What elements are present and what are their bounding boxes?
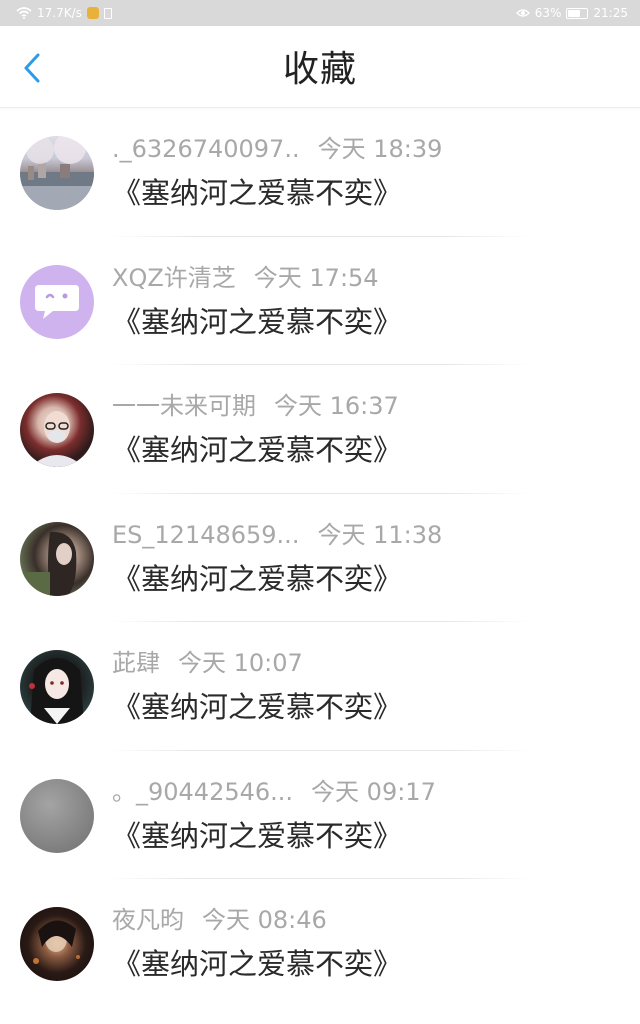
timestamp: 今天 10:07	[178, 649, 303, 677]
favorite-title[interactable]: 《塞纳河之爱慕不奕》	[112, 303, 402, 341]
item-meta: XQZ许清芝 今天 17:54	[112, 263, 379, 293]
avatar[interactable]	[20, 521, 94, 596]
app-notification-icon	[86, 7, 99, 19]
item-meta: 。_90442546... 今天 09:17	[112, 777, 436, 807]
avatar[interactable]	[20, 264, 94, 339]
item-meta: 一一未来可期 今天 16:37	[112, 391, 399, 421]
list-item[interactable]: 。_90442546... 今天 09:17 《塞纳河之爱慕不奕》	[0, 751, 640, 879]
timestamp: 今天 18:39	[317, 135, 443, 163]
favorite-title[interactable]: 《塞纳河之爱慕不奕》	[112, 431, 402, 469]
battery-icon	[566, 7, 589, 19]
avatar[interactable]	[20, 393, 94, 467]
sim-icon	[103, 7, 112, 19]
page-title: 收藏	[282, 49, 357, 90]
username[interactable]: ._6326740097..	[112, 134, 300, 164]
eye-icon	[515, 8, 530, 18]
status-bar: 17.7K/s 63% 21:25	[0, 0, 640, 26]
avatar[interactable]	[20, 778, 94, 853]
timestamp: 今天 09:17	[311, 777, 436, 806]
username[interactable]: 。_90442546...	[112, 777, 293, 807]
username[interactable]: 夜凡昀	[112, 905, 184, 935]
list-item[interactable]: ._6326740097.. 今天 18:39 《塞纳河之爱慕不奕》	[0, 108, 640, 237]
item-meta: 夜凡昀 今天 08:46	[112, 905, 327, 935]
item-meta: 茈肆 今天 10:07	[112, 648, 303, 678]
timestamp: 今天 17:54	[253, 263, 379, 292]
avatar[interactable]	[20, 136, 94, 210]
list-item[interactable]: 茈肆 今天 10:07 《塞纳河之爱慕不奕》	[0, 622, 640, 751]
favorites-list: ._6326740097.. 今天 18:39 《塞纳河之爱慕不奕》 XQZ许清…	[0, 108, 640, 1008]
item-meta: ._6326740097.. 今天 18:39	[112, 134, 442, 164]
username[interactable]: ES_12148659...	[112, 520, 299, 550]
avatar[interactable]	[20, 650, 94, 724]
item-meta: ES_12148659... 今天 11:38	[112, 520, 442, 550]
header: 收藏	[0, 26, 640, 108]
username[interactable]: 茈肆	[112, 648, 160, 678]
timestamp: 今天 08:46	[202, 906, 327, 934]
favorite-title[interactable]: 《塞纳河之爱慕不奕》	[112, 560, 402, 598]
username[interactable]: XQZ许清芝	[112, 263, 236, 293]
username[interactable]: 一一未来可期	[112, 391, 256, 421]
status-right: 63% 21:25	[515, 0, 628, 26]
list-item[interactable]: ES_12148659... 今天 11:38 《塞纳河之爱慕不奕》	[0, 494, 640, 622]
timestamp: 今天 11:38	[317, 520, 443, 549]
favorite-title[interactable]: 《塞纳河之爱慕不奕》	[112, 945, 402, 983]
timestamp: 今天 16:37	[274, 392, 399, 420]
battery-percent: 63%	[534, 6, 562, 20]
chat-bubble-icon	[35, 284, 79, 319]
favorite-title[interactable]: 《塞纳河之爱慕不奕》	[112, 688, 402, 726]
status-left: 17.7K/s	[16, 0, 112, 26]
status-time: 21:25	[593, 6, 628, 20]
list-item[interactable]: 一一未来可期 今天 16:37 《塞纳河之爱慕不奕》	[0, 365, 640, 494]
wifi-icon	[16, 7, 32, 19]
list-item[interactable]: 夜凡昀 今天 08:46 《塞纳河之爱慕不奕》	[0, 879, 640, 1008]
avatar[interactable]	[20, 907, 94, 981]
net-speed: 17.7K/s	[37, 6, 82, 20]
favorite-title[interactable]: 《塞纳河之爱慕不奕》	[112, 174, 402, 212]
list-item[interactable]: XQZ许清芝 今天 17:54 《塞纳河之爱慕不奕》	[0, 237, 640, 365]
favorite-title[interactable]: 《塞纳河之爱慕不奕》	[112, 817, 402, 855]
